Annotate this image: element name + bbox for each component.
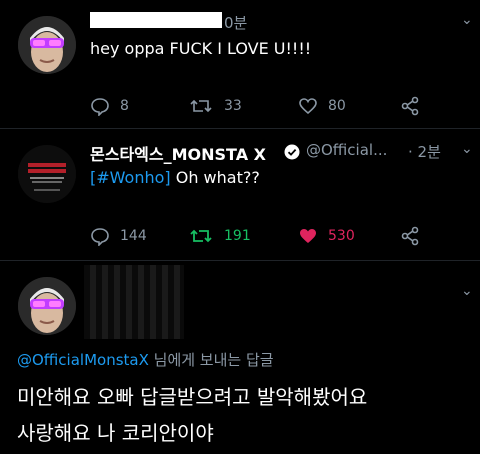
- tweet-3[interactable]: ⌄ @OfficialMonstaX 님에게 보내는 답글 미안해요 오빠 답글…: [0, 261, 480, 454]
- retweet-count: 33: [224, 98, 242, 114]
- like-icon[interactable]: [298, 96, 318, 116]
- share-icon[interactable]: [400, 96, 420, 116]
- reply-context: @OfficialMonstaX 님에게 보내는 답글: [17, 349, 274, 370]
- chevron-down-icon[interactable]: ⌄: [461, 283, 473, 299]
- like-icon[interactable]: [298, 226, 318, 246]
- retweet-count: 191: [224, 228, 251, 244]
- handle[interactable]: @Official...: [306, 141, 387, 159]
- share-icon[interactable]: [400, 226, 420, 246]
- redacted-name: [84, 265, 184, 339]
- reply-count: 144: [120, 228, 147, 244]
- reply-icon[interactable]: [90, 96, 110, 116]
- tweet-body: [#Wonho] Oh what??: [90, 168, 260, 187]
- tweet-text: Oh what??: [170, 168, 260, 187]
- chevron-down-icon[interactable]: ⌄: [461, 141, 473, 157]
- tweet-time: 0분: [224, 14, 248, 32]
- reply-icon[interactable]: [90, 226, 110, 246]
- display-name[interactable]: 몬스타엑스_MONSTA X: [90, 141, 266, 165]
- retweet-icon[interactable]: [190, 96, 212, 116]
- tweet-body-line-2: 사랑해요 나 코리안이야: [17, 421, 214, 445]
- hashtag-link[interactable]: [#Wonho]: [90, 168, 171, 187]
- like-count: 530: [328, 228, 355, 244]
- avatar-image: [18, 145, 76, 203]
- verified-badge-icon: [284, 144, 300, 160]
- tweet-time: · 2분: [408, 143, 441, 161]
- tweet-2[interactable]: 몬스타엑스_MONSTA X @Official... · 2분 ⌄ [#Won…: [0, 129, 480, 260]
- tweet-body-line-1: 미안해요 오빠 답글받으려고 발악해봤어요: [17, 385, 368, 409]
- retweet-icon[interactable]: [190, 226, 212, 246]
- like-count: 80: [328, 98, 346, 114]
- reply-to-handle[interactable]: @OfficialMonstaX: [17, 351, 149, 369]
- avatar-image: [18, 277, 76, 335]
- reply-count: 8: [120, 98, 129, 114]
- avatar-image: [18, 16, 76, 74]
- redacted-name: [90, 12, 222, 28]
- chevron-down-icon[interactable]: ⌄: [461, 12, 473, 28]
- avatar[interactable]: [18, 277, 76, 335]
- reply-to-label: 님에게 보내는 답글: [148, 351, 274, 369]
- tweet-body: hey oppa FUCK I LOVE U!!!!: [90, 39, 312, 58]
- avatar[interactable]: [18, 16, 76, 74]
- avatar[interactable]: [18, 145, 76, 203]
- tweet-1[interactable]: 0분 ⌄ hey oppa FUCK I LOVE U!!!! 8 33 80: [0, 0, 480, 128]
